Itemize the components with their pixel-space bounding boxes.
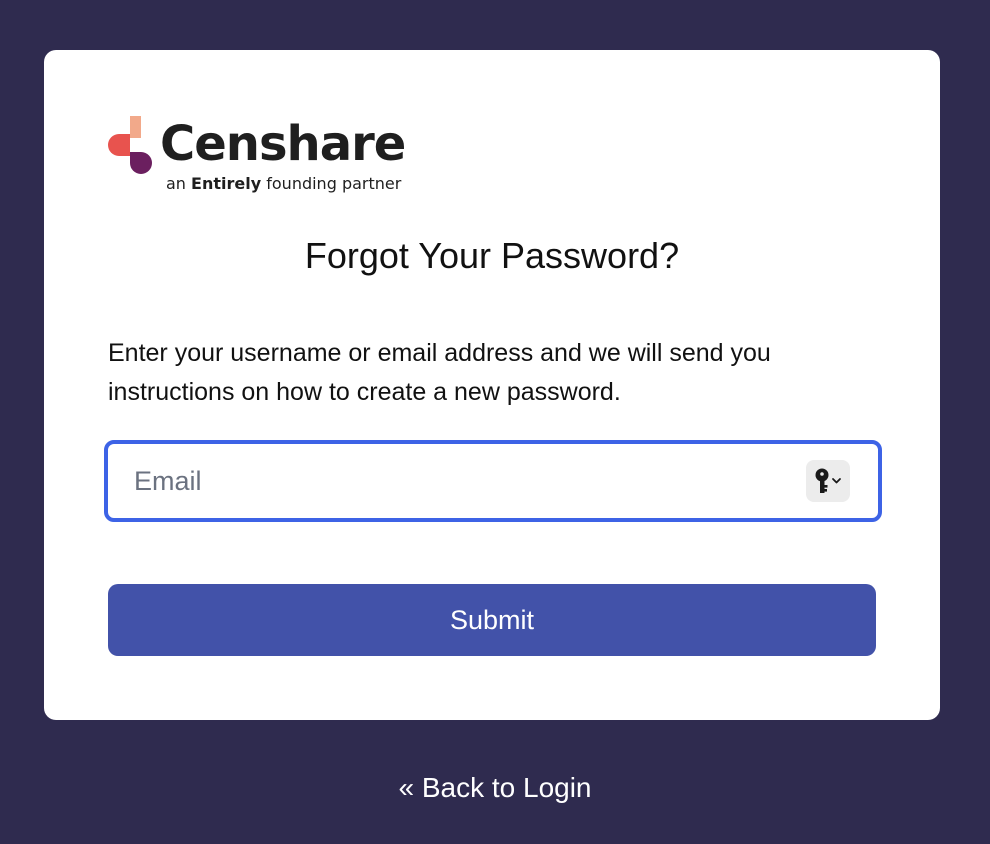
censhare-logo: Censhare an Entirely founding partner: [108, 112, 418, 202]
brand-tagline-prefix: an: [166, 174, 186, 193]
password-manager-button[interactable]: [806, 460, 850, 502]
page-description: Enter your username or email address and…: [108, 339, 771, 406]
email-input[interactable]: [108, 444, 878, 518]
submit-button[interactable]: Submit: [108, 584, 876, 656]
brand-tagline-bold: Entirely: [191, 174, 262, 193]
forgot-password-card: Censhare an Entirely founding partner Fo…: [44, 50, 940, 720]
key-icon: [815, 468, 841, 493]
censhare-logo-mark: [108, 116, 152, 174]
back-to-login-link[interactable]: « Back to Login: [0, 770, 990, 806]
brand-tagline-suffix: founding partner: [266, 174, 402, 193]
brand-tagline: an Entirely founding partner: [166, 174, 401, 194]
email-field-wrapper: [104, 440, 882, 522]
brand-wordmark: Censhare: [160, 116, 406, 172]
page-title: Forgot Your Password?: [304, 235, 680, 276]
